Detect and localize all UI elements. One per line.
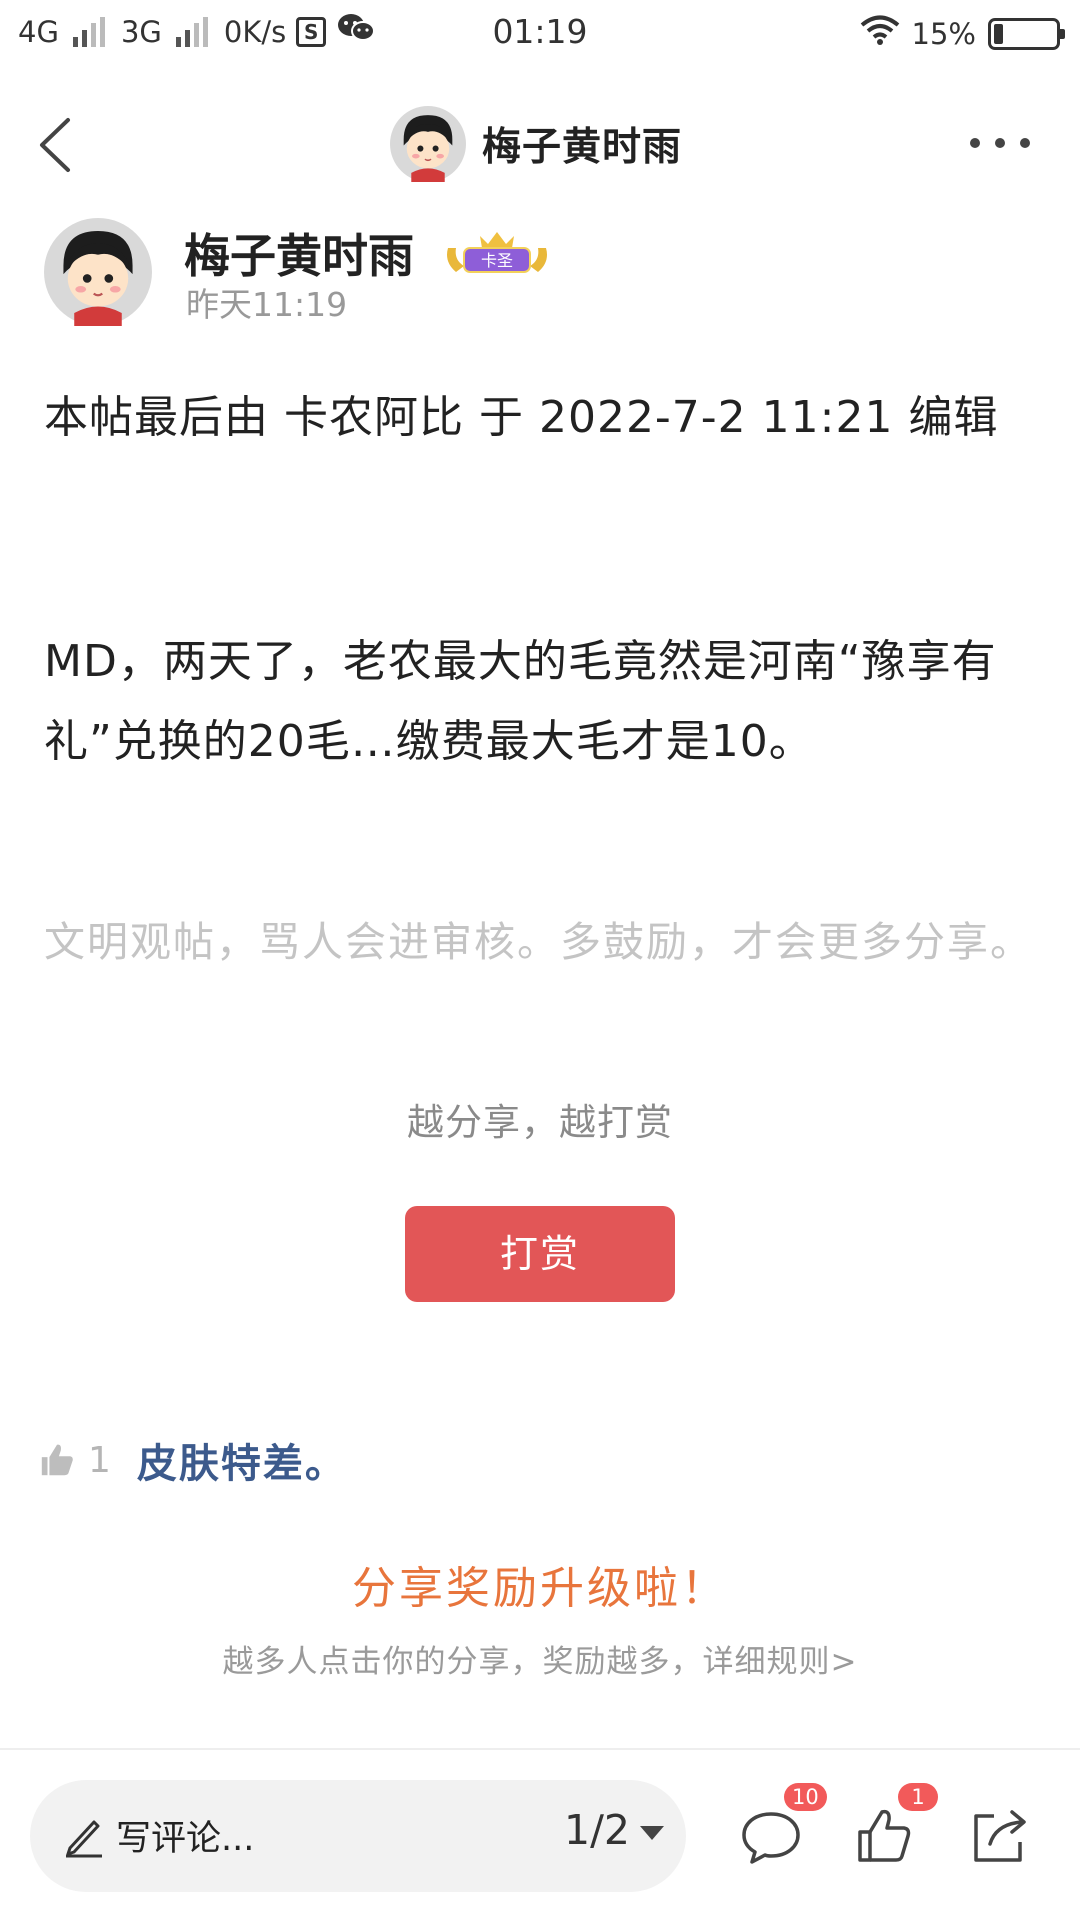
back-icon bbox=[40, 118, 70, 172]
more-button[interactable] bbox=[970, 128, 1030, 158]
share-reward-title: 分享奖励升级啦！ bbox=[352, 1563, 728, 1614]
battery-percent: 15% bbox=[911, 16, 976, 51]
status-right: 15% bbox=[860, 14, 1065, 53]
author-name[interactable]: 梅子黄时雨 bbox=[184, 220, 414, 286]
pen-icon bbox=[66, 1820, 102, 1858]
civil-note: 文明观帖，骂人会进审核。多鼓励，才会更多分享。 bbox=[44, 918, 1033, 966]
comment-like-count: 1 bbox=[88, 1439, 111, 1481]
battery-icon bbox=[988, 17, 1065, 50]
post-body: MD，两天了，老农最大的毛竟然是河南“豫享有礼”兑换的20毛…缴费最大毛才是10… bbox=[44, 636, 997, 767]
comment-placeholder: 写评论... bbox=[116, 1819, 255, 1859]
post-time: 昨天11:19 bbox=[186, 285, 348, 324]
back-button[interactable] bbox=[28, 115, 88, 175]
top-nav: 梅子黄时雨 bbox=[0, 100, 1080, 190]
comments-count-badge: 10 bbox=[784, 1783, 827, 1811]
avatar bbox=[390, 106, 466, 182]
post-author: 梅子黄时雨 卡圣 昨天11:19 bbox=[44, 218, 1044, 328]
share-button[interactable] bbox=[966, 1804, 1032, 1870]
reward-button[interactable]: 打赏 bbox=[405, 1206, 675, 1302]
comment-button[interactable] bbox=[738, 1804, 804, 1870]
likes-count-badge: 1 bbox=[898, 1783, 938, 1811]
page-indicator[interactable]: 1/2 bbox=[564, 1806, 630, 1854]
like-button[interactable] bbox=[852, 1804, 918, 1870]
wifi-icon bbox=[860, 14, 900, 53]
nav-author[interactable]: 梅子黄时雨 bbox=[390, 106, 682, 182]
status-bar: 4G 3G 0K/s S 01:19 15% bbox=[0, 0, 1080, 70]
hot-comment[interactable]: 1 皮肤特差。 bbox=[38, 1430, 347, 1490]
share-rules-link[interactable]: 越多人点击你的分享，奖励越多，详细规则> bbox=[0, 1636, 1080, 1681]
nav-title: 梅子黄时雨 bbox=[482, 124, 683, 170]
like-icon bbox=[858, 1809, 911, 1862]
badge-label: 卡圣 bbox=[481, 251, 513, 270]
comment-icon bbox=[742, 1812, 800, 1864]
dropdown-arrow-icon[interactable] bbox=[640, 1826, 664, 1840]
more-icon bbox=[970, 138, 980, 148]
comment-text: 皮肤特差。 bbox=[136, 1440, 347, 1487]
comment-input[interactable]: 写评论... 1/2 bbox=[30, 1780, 686, 1892]
share-icon bbox=[974, 1810, 1026, 1862]
edit-note: 本帖最后由 卡农阿比 于 2022-7-2 11:21 编辑 bbox=[44, 392, 999, 443]
reward-caption: 越分享，越打赏 bbox=[407, 1101, 673, 1144]
thumb-up-icon bbox=[41, 1444, 73, 1476]
rank-badge-icon: 卡圣 bbox=[447, 232, 547, 273]
bottom-divider bbox=[0, 1748, 1080, 1750]
author-avatar[interactable] bbox=[44, 218, 152, 326]
